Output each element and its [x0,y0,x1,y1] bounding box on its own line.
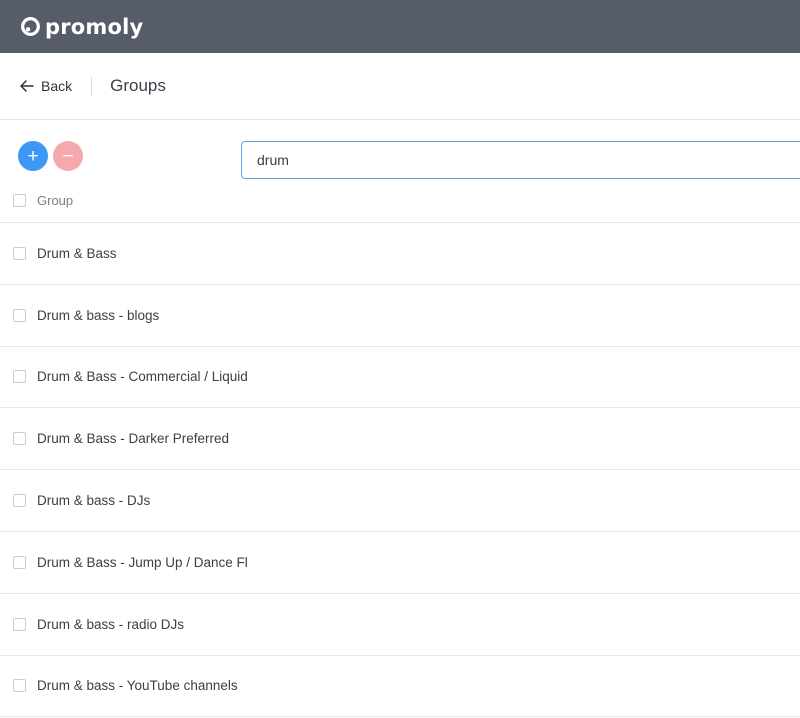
table-row[interactable]: Drum & Bass - Jump Up / Dance Fl [0,532,800,594]
group-name: Drum & bass - YouTube channels [37,678,238,694]
table-row[interactable]: Drum & Bass [0,223,800,285]
table-row[interactable]: Drum & bass - radio DJs [0,594,800,656]
row-checkbox[interactable] [13,494,26,508]
select-all-checkbox[interactable] [13,194,26,207]
top-bar: promoly [0,0,800,53]
group-list: Drum & Bass Drum & bass - blogs Drum & B… [0,223,800,718]
group-name: Drum & bass - radio DJs [37,616,185,632]
add-group-button[interactable]: + [18,141,48,171]
table-header: Group [0,188,800,223]
column-header-group: Group [37,193,74,208]
brand-name: promoly [45,14,144,39]
table-row[interactable]: Drum & bass - DJs [0,470,800,532]
plus-icon: + [27,145,39,167]
remove-group-button[interactable]: − [53,141,83,171]
table-row[interactable]: Drum & Bass - Darker Preferred [0,408,800,471]
logo[interactable]: promoly [20,15,143,39]
header-divider [91,76,93,96]
search-input[interactable] [241,141,800,179]
row-checkbox[interactable] [13,617,26,631]
back-label: Back [41,78,73,94]
group-name: Drum & Bass - Darker Preferred [37,431,230,447]
group-name: Drum & bass - DJs [37,493,151,509]
back-button[interactable]: Back [19,78,72,94]
group-name: Drum & Bass - Jump Up / Dance Fl [37,554,248,570]
minus-icon: − [62,145,74,167]
row-checkbox[interactable] [13,432,26,446]
arrow-left-icon [20,80,34,92]
table-row[interactable]: Drum & bass - blogs [0,285,800,347]
promoly-logo-icon [21,17,40,36]
page-header: Back Groups [0,53,800,120]
table-row[interactable]: Drum & bass - YouTube channels [0,656,800,718]
row-checkbox[interactable] [13,679,26,693]
group-name: Drum & bass - blogs [37,307,160,323]
row-checkbox[interactable] [13,370,26,384]
row-checkbox[interactable] [13,246,26,260]
row-checkbox[interactable] [13,555,26,569]
group-name: Drum & Bass - Commercial / Liquid [37,369,248,385]
group-name: Drum & Bass [37,245,117,261]
row-checkbox[interactable] [13,308,26,322]
table-row[interactable]: Drum & Bass - Commercial / Liquid [0,347,800,409]
page-title: Groups [110,76,166,95]
